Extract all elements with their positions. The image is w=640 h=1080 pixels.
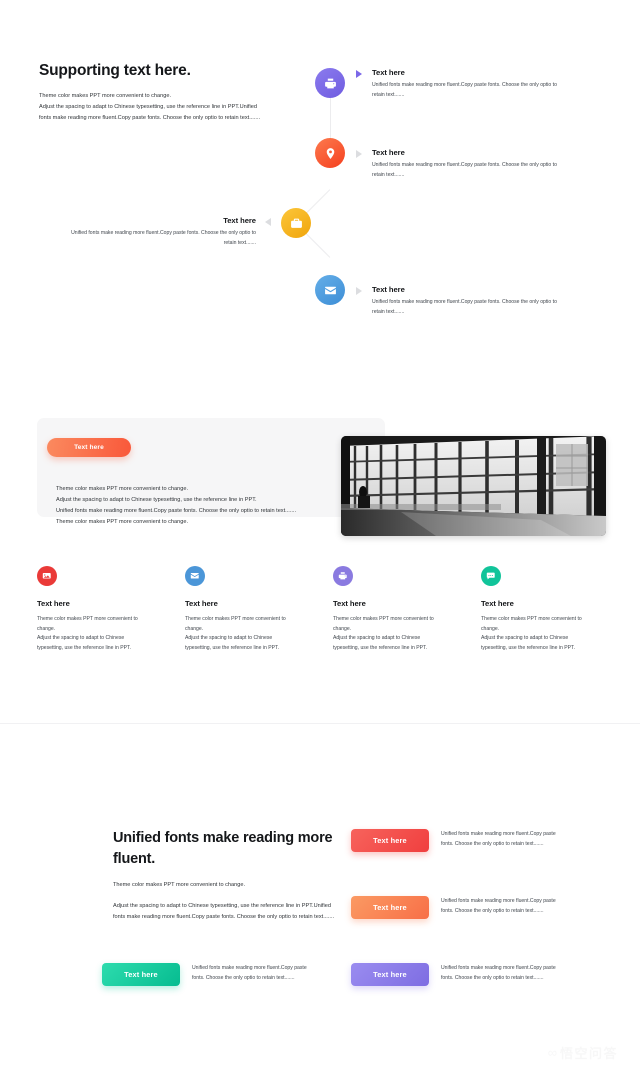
feature-column-title-2: Text here: [185, 599, 218, 608]
timeline-body-4: Unified fonts make reading more fluent.C…: [372, 299, 557, 315]
intro-paragraph: Theme color makes PPT more convenient to…: [39, 93, 261, 121]
watermark: ∞ 悟空问答: [548, 1043, 618, 1062]
cta-button-1[interactable]: Text here: [351, 829, 429, 852]
caret-icon-3: [265, 218, 271, 226]
feature-column-title-1: Text here: [37, 599, 70, 608]
feature-column-body-3: Theme color makes PPT more convenient to…: [333, 616, 434, 652]
timeline-node-4[interactable]: [311, 271, 349, 309]
feature-pill-button[interactable]: Text here: [47, 438, 131, 457]
timeline-text-1: Text here Unified fonts make reading mor…: [372, 68, 568, 100]
cta-button-4[interactable]: Text here: [351, 963, 429, 986]
feature-column-body-2: Theme color makes PPT more convenient to…: [185, 616, 286, 652]
feature-column-3: Text here Theme color makes PPT more con…: [333, 566, 443, 654]
timeline-body-3: Unified fonts make reading more fluent.C…: [71, 230, 256, 246]
image-icon[interactable]: [37, 566, 57, 586]
timeline-node-3[interactable]: [277, 204, 315, 242]
timeline-text-4: Text here Unified fonts make reading mor…: [372, 285, 568, 317]
feature-column-title-4: Text here: [481, 599, 514, 608]
cta-text-2: Unified fonts make reading more fluent.C…: [441, 898, 556, 914]
feature-column-4: Text here Theme color makes PPT more con…: [481, 566, 591, 654]
cta-button-2[interactable]: Text here: [351, 896, 429, 919]
timeline-title-2: Text here: [372, 148, 405, 157]
printer-icon[interactable]: [333, 566, 353, 586]
timeline-text-3: Text here Unified fonts make reading mor…: [60, 216, 256, 248]
envelope-icon: [324, 284, 337, 297]
slide-page: Supporting text here. Theme color makes …: [0, 0, 640, 1080]
timeline-title-1: Text here: [372, 68, 405, 77]
page-title: Supporting text here.: [39, 62, 191, 79]
cta-text-3: Unified fonts make reading more fluent.C…: [192, 965, 307, 981]
watermark-logo: ∞: [547, 1045, 557, 1060]
feature-photo: [341, 436, 606, 536]
section-timeline: Supporting text here. Theme color makes …: [0, 0, 640, 352]
timeline-body-1: Unified fonts make reading more fluent.C…: [372, 82, 557, 98]
section3-title: Unified fonts make reading more fluent.: [113, 830, 333, 868]
feature-card-text: Theme color makes PPT more convenient to…: [56, 486, 297, 525]
timeline-title-4: Text here: [372, 285, 405, 294]
target-pin-icon: [324, 147, 337, 160]
printer-icon: [324, 77, 337, 90]
cta-text-1: Unified fonts make reading more fluent.C…: [441, 831, 556, 847]
watermark-text: 悟空问答: [559, 1046, 618, 1061]
section-feature: Text here Theme color makes PPT more con…: [0, 352, 640, 723]
timeline-node-2[interactable]: [311, 134, 349, 172]
timeline-body-2: Unified fonts make reading more fluent.C…: [372, 162, 557, 178]
connector-line-1: [330, 98, 331, 140]
cta-button-3[interactable]: Text here: [102, 963, 180, 986]
envelope-icon[interactable]: [185, 566, 205, 586]
timeline-node-1[interactable]: [311, 64, 349, 102]
timeline-text-2: Text here Unified fonts make reading mor…: [372, 148, 568, 180]
section3-paragraph-1: Theme color makes PPT more convenient to…: [113, 882, 246, 888]
cta-text-4: Unified fonts make reading more fluent.C…: [441, 965, 556, 981]
caret-icon-4: [356, 287, 362, 295]
caret-icon-2: [356, 150, 362, 158]
feature-column-body-1: Theme color makes PPT more convenient to…: [37, 616, 138, 652]
feature-column-body-4: Theme color makes PPT more convenient to…: [481, 616, 582, 652]
caret-icon-1: [356, 70, 362, 78]
briefcase-icon: [290, 217, 303, 230]
chat-icon[interactable]: [481, 566, 501, 586]
feature-column-2: Text here Theme color makes PPT more con…: [185, 566, 295, 654]
section-buttons: Unified fonts make reading more fluent. …: [0, 723, 640, 1080]
feature-column-title-3: Text here: [333, 599, 366, 608]
feature-column-1: Text here Theme color makes PPT more con…: [37, 566, 147, 654]
timeline-title-3: Text here: [223, 216, 256, 225]
section3-paragraph-2: Adjust the spacing to adapt to Chinese t…: [113, 903, 335, 920]
